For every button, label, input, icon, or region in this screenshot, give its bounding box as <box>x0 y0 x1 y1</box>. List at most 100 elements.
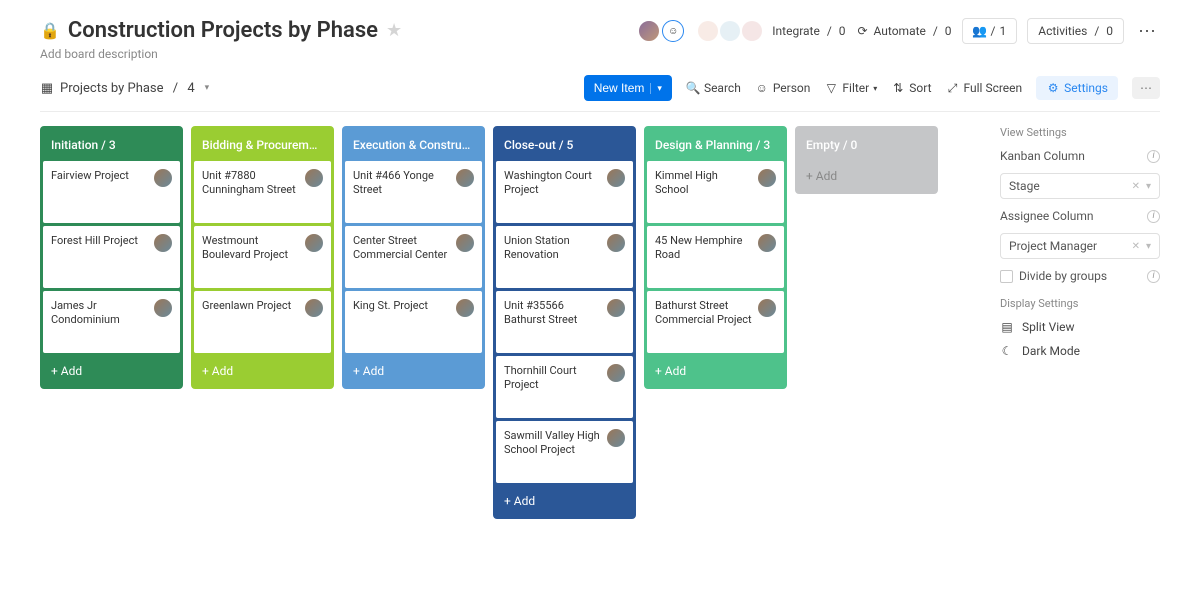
kanban-card[interactable]: Forest Hill Project <box>43 226 180 288</box>
avatar <box>638 20 660 42</box>
kanban-card[interactable]: Unit #7880 Cunningham Street <box>194 161 331 223</box>
clear-icon[interactable]: ✕ <box>1132 241 1140 252</box>
board-title[interactable]: Construction Projects by Phase <box>68 18 378 43</box>
assignee-avatar[interactable] <box>456 234 474 252</box>
kanban-card[interactable]: Union Station Renovation <box>496 226 633 288</box>
gear-icon: ⚙ <box>1046 81 1060 95</box>
automate-button[interactable]: ⟳ Automate / 0 <box>856 24 952 38</box>
automate-label: Automate <box>874 24 926 38</box>
settings-panel: View Settings Kanban Column i Stage ✕▾ A… <box>1000 126 1160 358</box>
kanban-card[interactable]: Unit #35566 Bathurst Street <box>496 291 633 353</box>
assignee-avatar[interactable] <box>607 234 625 252</box>
add-card-button[interactable]: + Add <box>194 356 331 386</box>
add-card-button[interactable]: + Add <box>798 161 935 191</box>
kanban-column: Design & Planning / 3 Kimmel High School4… <box>644 126 787 389</box>
card-title: Forest Hill Project <box>51 234 150 248</box>
app-icon <box>698 21 718 41</box>
kanban-card[interactable]: 45 New Hemphire Road <box>647 226 784 288</box>
info-icon[interactable]: i <box>1147 210 1160 223</box>
info-icon[interactable]: i <box>1147 270 1160 283</box>
kanban-card[interactable]: James Jr Condominium <box>43 291 180 353</box>
kanban-card[interactable]: Sawmill Valley High School Project <box>496 421 633 483</box>
assignee-avatar[interactable] <box>607 364 625 382</box>
assignee-avatar[interactable] <box>607 429 625 447</box>
search-icon: 🔍 <box>686 81 700 95</box>
kanban-card[interactable]: Kimmel High School <box>647 161 784 223</box>
kanban-board: Initiation / 3 Fairview Project Forest Hil… <box>40 126 986 519</box>
split-view-toggle[interactable]: ▤ Split View <box>1000 320 1160 334</box>
settings-button[interactable]: ⚙Settings <box>1036 76 1118 100</box>
column-header[interactable]: Empty / 0 <box>798 129 935 158</box>
card-title: Washington Court Project <box>504 169 603 198</box>
assignee-avatar[interactable] <box>607 299 625 317</box>
kanban-card[interactable]: King St. Project <box>345 291 482 353</box>
add-card-button[interactable]: + Add <box>496 486 633 516</box>
assignee-avatar[interactable] <box>607 169 625 187</box>
kanban-card[interactable]: Center Street Commercial Center <box>345 226 482 288</box>
assignee-avatar[interactable] <box>154 234 172 252</box>
integrate-label: Integrate <box>772 24 820 38</box>
assignee-avatar[interactable] <box>154 169 172 187</box>
kanban-column: Close-out / 5 Washington Court Project Uni… <box>493 126 636 519</box>
info-icon[interactable]: i <box>1147 150 1160 163</box>
assignee-column-select[interactable]: Project Manager ✕▾ <box>1000 233 1160 259</box>
moon-icon: ☾ <box>1000 344 1014 358</box>
search-button[interactable]: 🔍Search <box>686 81 741 95</box>
assignee-avatar[interactable] <box>154 299 172 317</box>
fullscreen-button[interactable]: ⤢Full Screen <box>946 81 1023 95</box>
column-header[interactable]: Close-out / 5 <box>496 129 633 158</box>
assignee-avatar[interactable] <box>758 169 776 187</box>
activities-button[interactable]: Activities / 0 <box>1027 18 1124 44</box>
new-item-button[interactable]: New Item ▾ <box>584 75 672 101</box>
kanban-card[interactable]: Westmount Boulevard Project <box>194 226 331 288</box>
view-switcher[interactable]: ▦ Projects by Phase / 4 ▾ <box>40 81 209 96</box>
fullscreen-icon: ⤢ <box>946 81 960 95</box>
column-header[interactable]: Design & Planning / 3 <box>647 129 784 158</box>
add-card-button[interactable]: + Add <box>345 356 482 386</box>
chevron-down-icon: ▾ <box>205 83 210 93</box>
clear-icon[interactable]: ✕ <box>1132 181 1140 192</box>
assignee-avatar[interactable] <box>758 234 776 252</box>
assignee-avatar[interactable] <box>758 299 776 317</box>
column-header[interactable]: Bidding & Procurement / 3 <box>194 129 331 158</box>
more-menu-icon[interactable]: ⋯ <box>1134 21 1160 42</box>
column-header[interactable]: Execution & Constructio... <box>345 129 482 158</box>
divide-groups-checkbox[interactable] <box>1000 270 1013 283</box>
board-description[interactable]: Add board description <box>40 47 402 61</box>
members-button[interactable]: 👥/ 1 <box>962 18 1018 44</box>
sort-button[interactable]: ⇅Sort <box>891 81 931 95</box>
card-title: Fairview Project <box>51 169 150 183</box>
kanban-column-select[interactable]: Stage ✕▾ <box>1000 173 1160 199</box>
assignee-avatar[interactable] <box>456 299 474 317</box>
kanban-card[interactable]: Bathurst Street Commercial Project <box>647 291 784 353</box>
kanban-card[interactable]: Fairview Project <box>43 161 180 223</box>
assignee-avatar[interactable] <box>456 169 474 187</box>
split-icon: ▤ <box>1000 320 1014 334</box>
person-filter-button[interactable]: ☺Person <box>755 81 811 95</box>
kanban-card[interactable]: Washington Court Project <box>496 161 633 223</box>
add-card-button[interactable]: + Add <box>43 356 180 386</box>
card-title: Center Street Commercial Center <box>353 234 452 263</box>
kanban-column: Empty / 0 + Add <box>795 126 938 194</box>
kanban-card[interactable]: Unit #466 Yonge Street <box>345 161 482 223</box>
kanban-card[interactable]: Thornhill Court Project <box>496 356 633 418</box>
divide-groups-label: Divide by groups <box>1019 269 1107 283</box>
filter-button[interactable]: ▽Filter▾ <box>824 81 877 95</box>
robot-icon: ⟳ <box>856 24 870 38</box>
kanban-card[interactable]: Greenlawn Project <box>194 291 331 353</box>
integration-icons[interactable] <box>698 21 762 41</box>
integrate-button[interactable]: Integrate / 0 <box>772 24 845 38</box>
assignee-avatar[interactable] <box>305 169 323 187</box>
column-header[interactable]: Initiation / 3 <box>43 129 180 158</box>
person-icon: ☺ <box>755 81 769 95</box>
add-card-button[interactable]: + Add <box>647 356 784 386</box>
member-avatars[interactable]: ☺ <box>638 20 684 42</box>
card-title: Unit #35566 Bathurst Street <box>504 299 603 328</box>
dark-mode-toggle[interactable]: ☾ Dark Mode <box>1000 344 1160 358</box>
star-icon[interactable]: ★ <box>386 20 402 41</box>
more-tools-icon[interactable]: ⋯ <box>1132 77 1160 99</box>
assignee-avatar[interactable] <box>305 299 323 317</box>
card-title: Sawmill Valley High School Project <box>504 429 603 458</box>
assignee-avatar[interactable] <box>305 234 323 252</box>
card-title: Westmount Boulevard Project <box>202 234 301 263</box>
